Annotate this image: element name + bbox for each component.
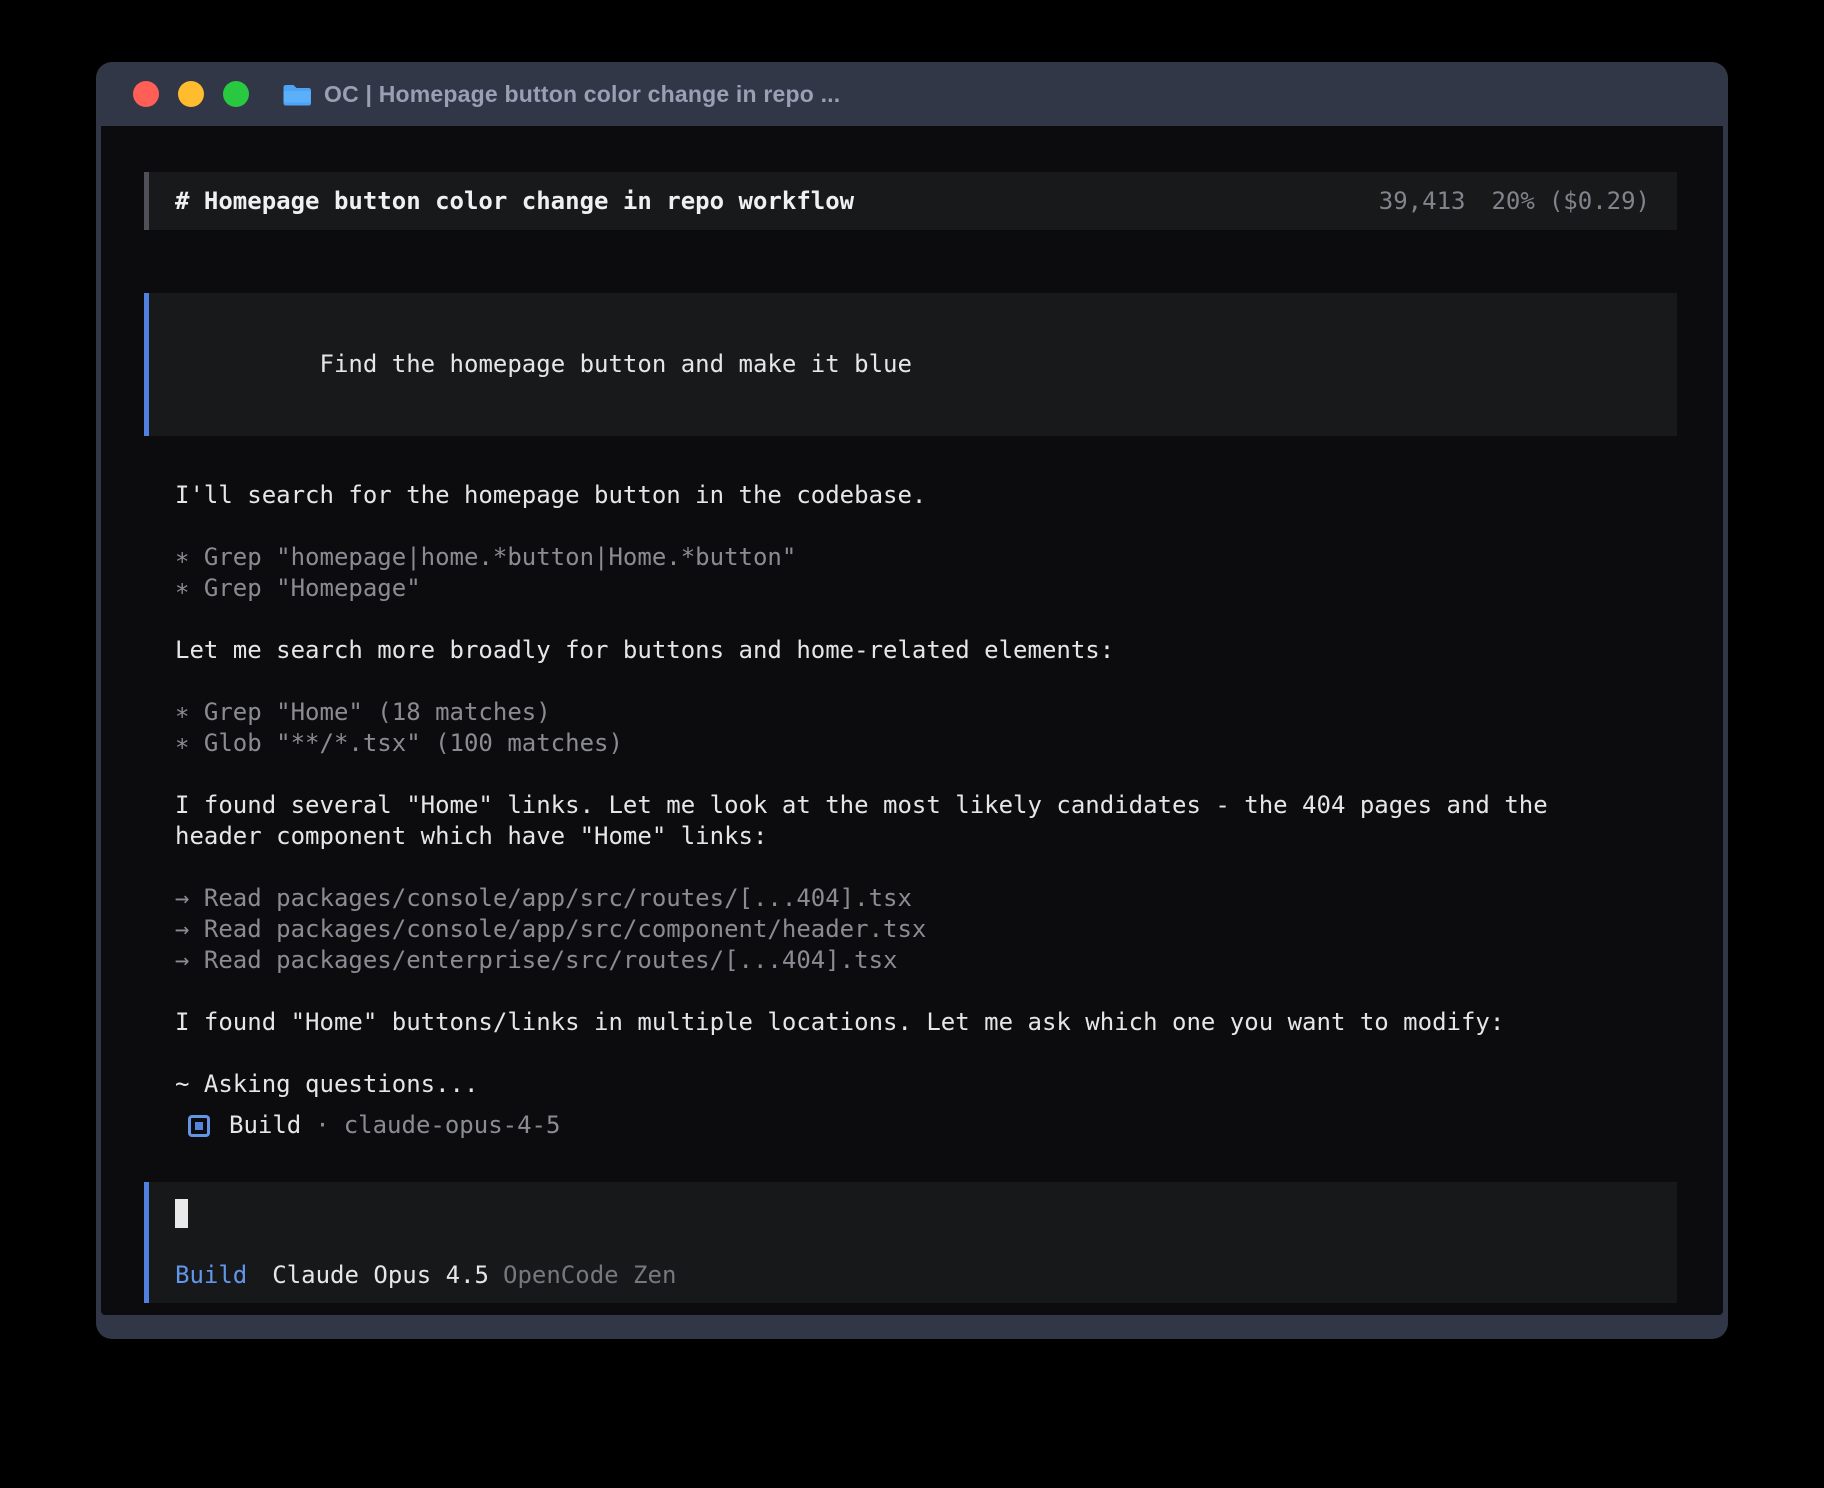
assistant-text-line: I found "Home" buttons/links in multiple… (175, 1007, 1677, 1038)
assistant-text: ~ Asking questions... (175, 1069, 1677, 1100)
terminal-body: # Homepage button color change in repo w… (101, 126, 1723, 1315)
tool-call-group: → Read packages/console/app/src/routes/[… (175, 883, 1677, 976)
conversation: I'll search for the homepage button in t… (175, 480, 1677, 1100)
close-button[interactable] (133, 81, 159, 107)
user-message-text: Find the homepage button and make it blu… (320, 350, 912, 378)
tool-call-group: ∗ Grep "Home" (18 matches)∗ Glob "**/*.t… (175, 697, 1677, 759)
tool-call-line: ∗ Glob "**/*.tsx" (100 matches) (175, 728, 1677, 759)
text-cursor (175, 1199, 188, 1228)
model-label[interactable]: Claude Opus 4.5 (272, 1260, 489, 1291)
assistant-text: I found "Home" buttons/links in multiple… (175, 1007, 1677, 1038)
assistant-text-line: ~ Asking questions... (175, 1069, 1677, 1100)
desktop-background: OC | Homepage button color change in rep… (0, 0, 1824, 1488)
user-message: Find the homepage button and make it blu… (144, 293, 1677, 436)
dot-separator: · (315, 1110, 329, 1141)
window-title: OC | Homepage button color change in rep… (324, 81, 840, 108)
tool-call-group: ∗ Grep "homepage|home.*button|Home.*butt… (175, 542, 1677, 604)
folder-icon (282, 82, 312, 107)
agent-name-label: Build (229, 1110, 301, 1141)
assistant-text: Let me search more broadly for buttons a… (175, 635, 1677, 666)
tool-call-line: → Read packages/enterprise/src/routes/[.… (175, 945, 1677, 976)
prompt-meta-row: Build Claude Opus 4.5 OpenCode Zen (175, 1260, 1651, 1291)
minimize-button[interactable] (178, 81, 204, 107)
prompt-empty-row (175, 1229, 1651, 1260)
tool-call-line: ∗ Grep "Home" (18 matches) (175, 697, 1677, 728)
assistant-text-line: I found several "Home" links. Let me loo… (175, 790, 1677, 821)
tool-call-line: → Read packages/console/app/src/routes/[… (175, 883, 1677, 914)
token-count: 39,413 (1379, 186, 1466, 217)
assistant-text: I'll search for the homepage button in t… (175, 480, 1677, 511)
session-header: # Homepage button color change in repo w… (144, 172, 1677, 230)
zoom-button[interactable] (223, 81, 249, 107)
agent-mode-label[interactable]: Build (175, 1260, 247, 1291)
assistant-text-line: Let me search more broadly for buttons a… (175, 635, 1677, 666)
session-cost: ($0.29) (1549, 186, 1650, 217)
provider-label: OpenCode Zen (503, 1260, 676, 1291)
prompt-text-row[interactable] (175, 1198, 1651, 1229)
session-stats: 39,413 20% ($0.29) (1379, 186, 1650, 217)
terminal-window: OC | Homepage button color change in rep… (96, 62, 1728, 1339)
build-agent-icon (188, 1115, 210, 1137)
context-percent: 20% (1491, 186, 1534, 217)
window-controls (133, 81, 249, 107)
tool-call-line: ∗ Grep "homepage|home.*button|Home.*butt… (175, 542, 1677, 573)
tool-call-line: ∗ Grep "Homepage" (175, 573, 1677, 604)
assistant-text-line: I'll search for the homepage button in t… (175, 480, 1677, 511)
assistant-text: I found several "Home" links. Let me loo… (175, 790, 1677, 852)
session-title: # Homepage button color change in repo w… (175, 186, 854, 217)
tool-call-line: → Read packages/console/app/src/componen… (175, 914, 1677, 945)
prompt-input[interactable]: Build Claude Opus 4.5 OpenCode Zen (144, 1182, 1677, 1303)
agent-status-line: Build · claude-opus-4-5 (188, 1110, 1677, 1141)
agent-model-label: claude-opus-4-5 (344, 1110, 561, 1141)
assistant-text-line: header component which have "Home" links… (175, 821, 1677, 852)
window-titlebar[interactable]: OC | Homepage button color change in rep… (101, 62, 1723, 126)
